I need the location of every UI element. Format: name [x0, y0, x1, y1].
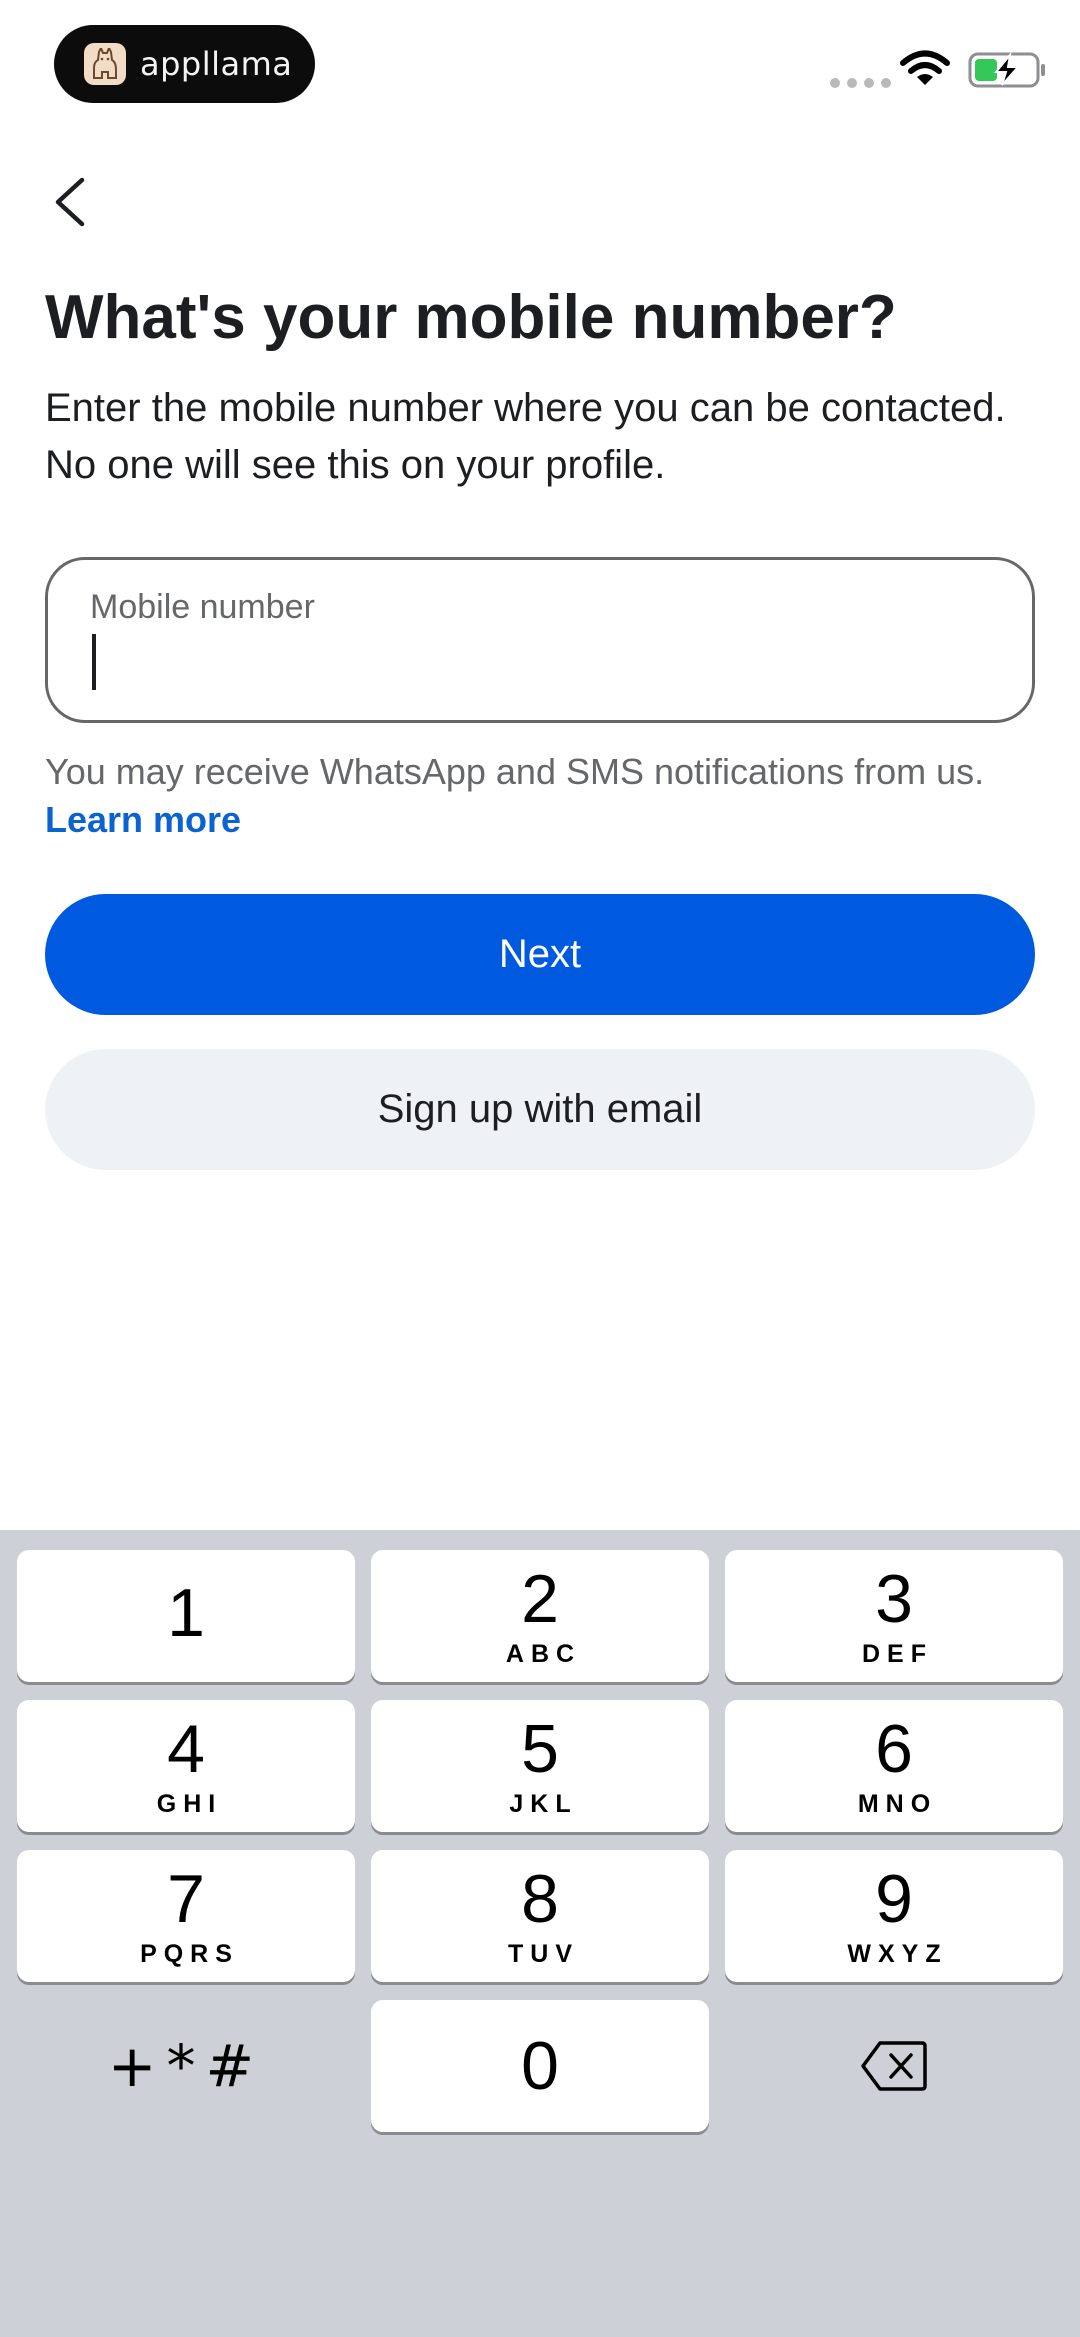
learn-more-link[interactable]: Learn more — [45, 799, 241, 840]
key-letters: ABC — [505, 1639, 582, 1668]
key-9[interactable]: 9 WXYZ — [725, 1850, 1063, 1982]
symbols-label: +*# — [107, 2032, 265, 2100]
key-5[interactable]: 5 JKL — [371, 1700, 709, 1832]
key-letters: JKL — [509, 1789, 578, 1818]
status-icons — [760, 40, 1080, 100]
key-digit: 0 — [521, 2028, 559, 2104]
app-name: appllama — [140, 45, 293, 83]
key-digit: 7 — [167, 1860, 205, 1937]
key-digit: 1 — [167, 1575, 205, 1651]
key-4[interactable]: 4 GHI — [17, 1700, 355, 1832]
notification-notice: You may receive WhatsApp and SMS notific… — [45, 748, 1045, 844]
key-digit: 5 — [521, 1710, 559, 1787]
key-2[interactable]: 2 ABC — [371, 1550, 709, 1682]
app-badge[interactable]: appllama — [54, 25, 315, 103]
next-button[interactable]: Next — [45, 894, 1035, 1015]
llama-logo-icon — [84, 43, 126, 85]
key-digit: 3 — [875, 1560, 913, 1637]
page-title: What's your mobile number? — [45, 283, 897, 352]
key-digit: 2 — [521, 1560, 559, 1637]
key-8[interactable]: 8 TUV — [371, 1850, 709, 1982]
back-button[interactable] — [40, 170, 100, 234]
mobile-number-label: Mobile number — [90, 588, 315, 626]
battery-charging-icon — [968, 51, 1048, 93]
key-1[interactable]: 1 — [17, 1550, 355, 1682]
key-letters: GHI — [156, 1789, 223, 1818]
key-letters: MNO — [857, 1789, 938, 1818]
key-symbols[interactable]: +*# — [17, 2000, 355, 2132]
key-7[interactable]: 7 PQRS — [17, 1850, 355, 1982]
key-letters: PQRS — [140, 1939, 239, 1968]
mobile-number-input[interactable] — [90, 635, 990, 695]
backspace-icon — [861, 2041, 927, 2091]
key-0[interactable]: 0 — [371, 2000, 709, 2132]
signal-dots-icon — [830, 78, 891, 88]
status-bar: appllama — [0, 0, 1080, 130]
numeric-keypad: 1 2 ABC 3 DEF 4 GHI 5 JKL 6 MNO 7 PQRS 8… — [0, 1530, 1080, 2337]
key-letters: WXYZ — [847, 1939, 948, 1968]
key-6[interactable]: 6 MNO — [725, 1700, 1063, 1832]
key-letters: TUV — [508, 1939, 579, 1968]
chevron-left-icon — [55, 177, 85, 227]
key-3[interactable]: 3 DEF — [725, 1550, 1063, 1682]
key-digit: 6 — [875, 1710, 913, 1787]
delete-key[interactable] — [725, 2000, 1063, 2132]
key-digit: 9 — [875, 1860, 913, 1937]
notice-text: You may receive WhatsApp and SMS notific… — [45, 751, 985, 792]
key-letters: DEF — [862, 1639, 933, 1668]
text-caret — [92, 634, 96, 690]
page-subtitle: Enter the mobile number where you can be… — [45, 386, 1006, 487]
key-digit: 4 — [167, 1710, 205, 1787]
key-digit: 8 — [521, 1860, 559, 1937]
mobile-number-field[interactable]: Mobile number — [45, 557, 1035, 723]
sign-up-with-email-button[interactable]: Sign up with email — [45, 1049, 1035, 1170]
wifi-icon — [900, 50, 950, 93]
